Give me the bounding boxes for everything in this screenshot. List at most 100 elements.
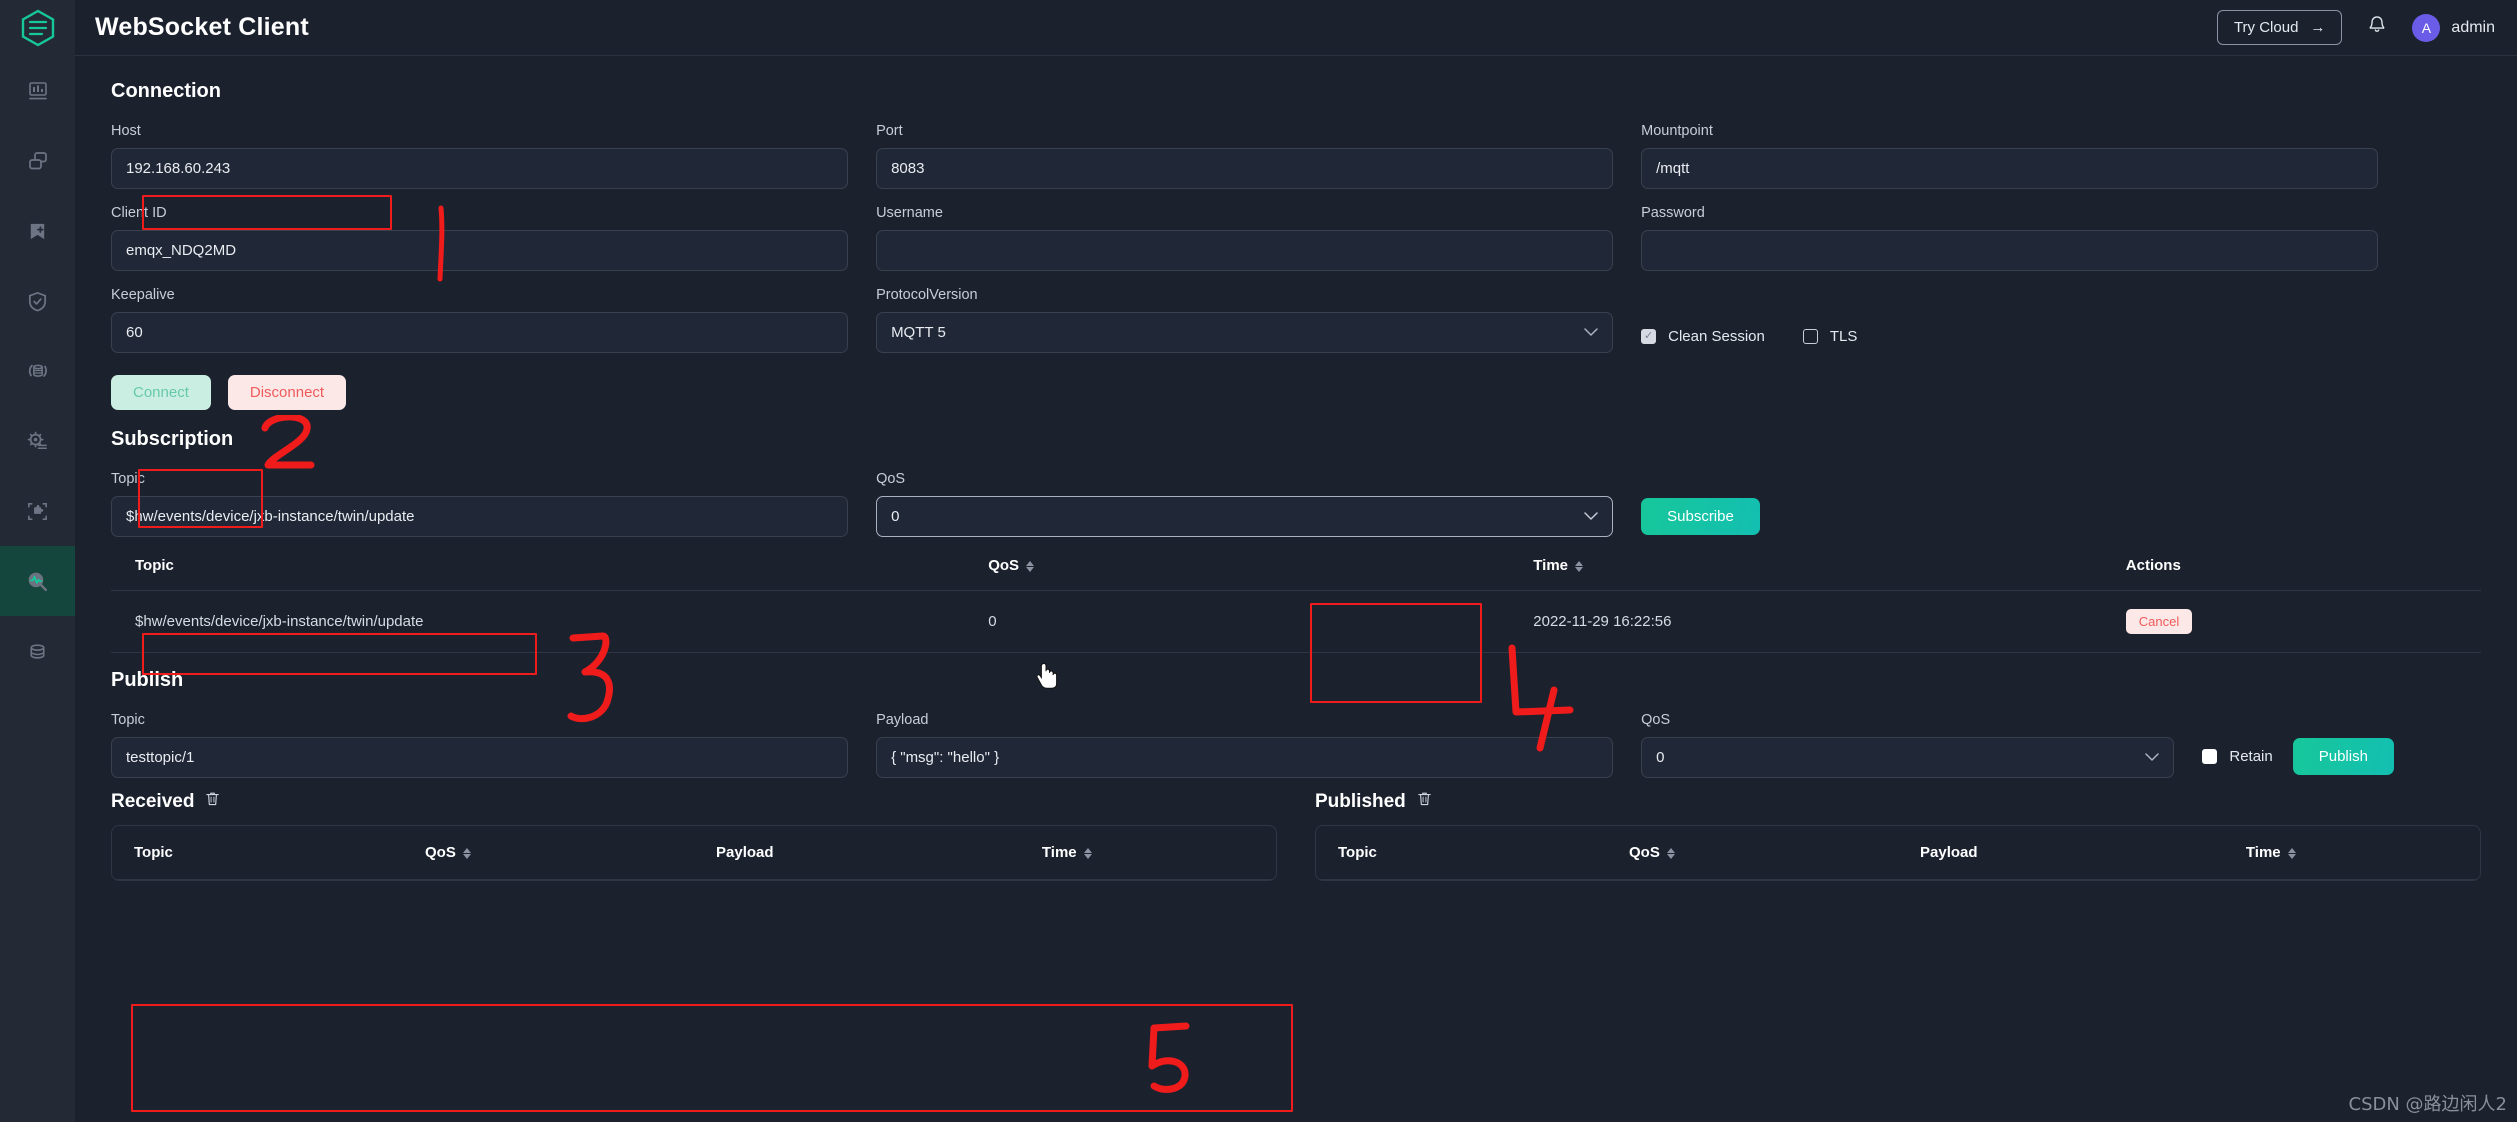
keepalive-field-group: Keepalive [111,287,849,353]
published-table-head: Topic QoS Payload Time [1316,826,2480,880]
col-payload: Payload [694,826,1020,880]
subscribe-button[interactable]: Subscribe [1641,498,1760,535]
user-menu[interactable]: A admin [2412,13,2495,42]
table-header-row: Topic QoS Payload Time [112,826,1276,880]
username-label: Username [876,205,943,221]
mountpoint-input[interactable] [1641,148,2379,189]
subscribe-button-wrap: Subscribe [1641,498,1760,537]
sidebar-item-dashboard-monitor[interactable] [0,56,75,126]
col-time[interactable]: Time [1509,541,2102,591]
table-header-row: Topic QoS Payload Time [1316,826,2480,880]
col-time[interactable]: Time [1019,826,1276,880]
client-id-input[interactable] [111,230,849,271]
main-region: WebSocket Client Try Cloud → A admin Con… [75,0,2517,1122]
sub-qos-select[interactable]: 0 [876,496,1614,537]
protocol-version-select[interactable]: MQTT 5 [876,312,1614,353]
col-qos[interactable]: QoS [403,826,694,880]
chevron-down-icon [1584,326,1598,339]
disconnect-button[interactable]: Disconnect [227,375,347,410]
connection-section-title: Connection [111,80,221,102]
sidebar-item-storage[interactable] [0,616,75,686]
col-topic: Topic [111,541,965,591]
col-qos[interactable]: QoS [1607,826,1898,880]
clean-session-checkbox[interactable]: ✓ Clean Session [1641,328,1765,345]
col-topic-label: Topic [135,557,174,574]
puzzle-scan-icon [28,502,47,520]
port-label: Port [876,123,903,139]
retain-checkbox[interactable]: Retain [2202,748,2273,765]
published-title: Published [1315,790,1406,812]
tls-checkbox[interactable]: TLS [1802,328,1857,345]
username-input[interactable] [876,230,1614,271]
subscription-controls: Topic QoS 0 Subscribe [111,471,2481,537]
col-qos[interactable]: QoS [964,541,1510,591]
sort-icon[interactable] [1666,847,1675,859]
port-input[interactable] [876,148,1614,189]
received-table: Topic QoS Payload Time [112,826,1276,880]
username-label: admin [2451,18,2495,36]
col-payload-label: Payload [716,844,774,861]
pub-topic-label: Topic [111,712,145,728]
trash-icon[interactable] [1416,790,1433,813]
subscription-table-head: Topic QoS Time Actions [111,541,2481,591]
emqx-logo[interactable] [0,0,75,56]
try-cloud-button[interactable]: Try Cloud → [2216,10,2343,45]
col-time-label: Time [1533,557,1569,574]
table-row: $hw/events/device/jxb-instance/twin/upda… [111,590,2481,653]
received-title: Received [111,790,195,812]
sort-icon[interactable] [1083,847,1092,859]
cancel-subscription-button[interactable]: Cancel [2125,609,2193,634]
sort-icon[interactable] [2287,847,2296,859]
published-table: Topic QoS Payload Time [1316,826,2480,880]
username-field-group: Username [876,205,1614,271]
shield-check-icon [28,291,47,312]
bell-icon [2369,16,2385,32]
notifications-button[interactable] [2366,14,2388,41]
published-pane: Published Topic QoS Payload Time [1315,790,2481,881]
pulse-search-icon [28,572,48,591]
gear-list-icon [27,431,47,449]
col-time-label: Time [2245,844,2281,861]
connect-button[interactable]: Connect [111,375,211,410]
sort-icon[interactable] [1026,560,1035,572]
retain-box-icon [2202,749,2218,764]
message-panes: Received Topic QoS Payload Time Publishe… [111,790,2481,881]
connection-row-3: Keepalive ProtocolVersion MQTT 5 ✓ [111,287,2481,353]
client-id-field-group: Client ID [111,205,849,271]
protocol-version-value: MQTT 5 [891,324,946,341]
pub-qos-select[interactable]: 0 [1641,737,2175,778]
sub-topic-input[interactable] [111,496,849,537]
sort-icon[interactable] [462,847,471,859]
subscription-table: Topic QoS Time Actions $hw/events/device… [111,541,2481,653]
col-topic: Topic [112,826,403,880]
bookmark-plus-icon [30,223,45,239]
sort-icon[interactable] [1575,560,1584,572]
received-table-head: Topic QoS Payload Time [112,826,1276,880]
password-input[interactable] [1641,230,2379,271]
connection-row-1: Host Port Mountpoint [111,123,2481,189]
bar-chart-icon [28,82,47,100]
pub-payload-input[interactable] [876,737,1614,778]
publish-button[interactable]: Publish [2292,738,2394,775]
sidebar-item-management[interactable] [0,406,75,476]
col-time[interactable]: Time [2223,826,2480,880]
password-field-group: Password [1641,205,2379,271]
trash-icon[interactable] [204,790,221,813]
pub-topic-field-group: Topic [111,712,849,778]
sub-qos-label: QoS [876,471,906,487]
topbar-actions: Try Cloud → A admin [2216,10,2495,45]
sidebar-item-access-control[interactable] [0,196,75,266]
sidebar-item-security[interactable] [0,266,75,336]
host-input[interactable] [111,148,849,189]
windows-stack-icon [28,152,47,170]
mountpoint-field-group: Mountpoint [1641,123,2379,189]
pub-topic-input[interactable] [111,737,849,778]
connection-checkboxes: ✓ Clean Session TLS [1641,287,1857,353]
sidebar-item-diagnose[interactable] [0,546,75,616]
clean-session-box-icon: ✓ [1641,328,1657,344]
sidebar-item-data-integration[interactable] [0,336,75,406]
sidebar-item-extensions[interactable] [0,476,75,546]
clean-session-label: Clean Session [1668,327,1765,345]
keepalive-input[interactable] [111,312,849,353]
sidebar-item-clients[interactable] [0,126,75,196]
